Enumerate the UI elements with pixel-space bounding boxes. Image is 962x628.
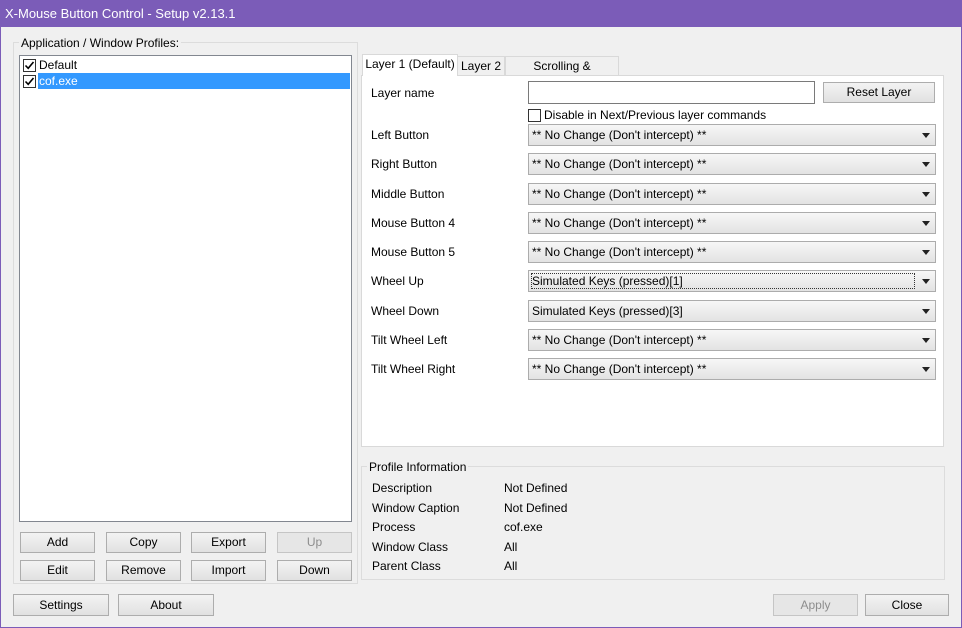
add-button[interactable]: Add [20, 532, 95, 553]
description-value: Not Defined [504, 481, 568, 495]
profile-label-selected: cof.exe [38, 73, 350, 89]
process-value: cof.exe [504, 520, 543, 534]
right-button-label: Right Button [371, 157, 438, 171]
import-button[interactable]: Import [191, 560, 266, 581]
profile-label: Default [39, 58, 78, 72]
wheel-up-label: Wheel Up [371, 274, 424, 288]
tab-scrolling-navigation[interactable]: Scrolling & Navigation [505, 56, 619, 92]
profiles-group-title: Application / Window Profiles: [19, 36, 182, 50]
window-caption-label: Window Caption [372, 501, 460, 515]
down-button[interactable]: Down [277, 560, 352, 581]
mouse-button-5-value: ** No Change (Don't intercept) ** [532, 245, 707, 259]
mouse-button-4-select[interactable]: ** No Change (Don't intercept) ** [528, 212, 936, 234]
window-class-value: All [504, 540, 518, 554]
wheel-down-value: Simulated Keys (pressed)[3] [532, 304, 683, 318]
wheel-up-select[interactable]: Simulated Keys (pressed)[1] [528, 270, 936, 292]
settings-button[interactable]: Settings [13, 594, 109, 616]
profile-checkbox-default[interactable] [23, 58, 36, 72]
export-button[interactable]: Export [191, 532, 266, 553]
about-button[interactable]: About [118, 594, 214, 616]
profile-item-cof[interactable]: cof.exe [21, 73, 350, 89]
dropdown-arrow-icon [922, 192, 930, 197]
close-button[interactable]: Close [865, 594, 949, 616]
tilt-wheel-left-label: Tilt Wheel Left [371, 333, 448, 347]
right-button-select[interactable]: ** No Change (Don't intercept) ** [528, 153, 936, 175]
mouse-button-4-label: Mouse Button 4 [371, 216, 456, 230]
focus-indicator [531, 273, 915, 289]
dropdown-arrow-icon [922, 133, 930, 138]
dropdown-arrow-icon [922, 250, 930, 255]
middle-button-label: Middle Button [371, 187, 445, 201]
dropdown-arrow-icon [922, 221, 930, 226]
tilt-wheel-left-value: ** No Change (Don't intercept) ** [532, 333, 707, 347]
disable-layer-option[interactable]: Disable in Next/Previous layer commands [528, 108, 766, 122]
dropdown-arrow-icon [922, 309, 930, 314]
dropdown-arrow-icon [922, 367, 930, 372]
profile-checkbox-cof[interactable] [23, 74, 36, 88]
disable-layer-checkbox[interactable] [528, 108, 541, 122]
tab-layer-2[interactable]: Layer 2 [457, 56, 505, 76]
window-title: X-Mouse Button Control - Setup v2.13.1 [0, 0, 962, 27]
dropdown-arrow-icon [922, 279, 930, 284]
profile-info-group [361, 466, 945, 580]
layer-name-input[interactable] [528, 81, 815, 104]
right-button-value: ** No Change (Don't intercept) ** [532, 157, 707, 171]
layer-name-label: Layer name [371, 86, 435, 100]
mouse-button-5-select[interactable]: ** No Change (Don't intercept) ** [528, 241, 936, 263]
left-button-label: Left Button [371, 128, 430, 142]
apply-button[interactable]: Apply [773, 594, 858, 616]
tilt-wheel-right-select[interactable]: ** No Change (Don't intercept) ** [528, 358, 936, 380]
mouse-button-4-value: ** No Change (Don't intercept) ** [532, 216, 707, 230]
profiles-list[interactable]: Default cof.exe [19, 55, 352, 522]
profile-info-title: Profile Information [367, 460, 469, 474]
up-button[interactable]: Up [277, 532, 352, 553]
dropdown-arrow-icon [922, 338, 930, 343]
profile-item-default[interactable]: Default [21, 57, 350, 73]
wheel-down-label: Wheel Down [371, 304, 440, 318]
checkmark-icon [24, 76, 35, 85]
dropdown-arrow-icon [922, 162, 930, 167]
parent-class-label: Parent Class [372, 559, 441, 573]
tilt-wheel-left-select[interactable]: ** No Change (Don't intercept) ** [528, 329, 936, 351]
wheel-down-select[interactable]: Simulated Keys (pressed)[3] [528, 300, 936, 322]
middle-button-value: ** No Change (Don't intercept) ** [532, 187, 707, 201]
tab-layer-1[interactable]: Layer 1 (Default) [362, 54, 458, 76]
process-label: Process [372, 520, 416, 534]
edit-button[interactable]: Edit [20, 560, 95, 581]
disable-layer-label: Disable in Next/Previous layer commands [544, 108, 767, 122]
checkmark-icon [24, 60, 35, 69]
left-button-value: ** No Change (Don't intercept) ** [532, 128, 707, 142]
description-label: Description [372, 481, 433, 495]
window-caption-value: Not Defined [504, 501, 568, 515]
tilt-wheel-right-label: Tilt Wheel Right [371, 362, 456, 376]
reset-layer-button[interactable]: Reset Layer [823, 82, 935, 103]
mouse-button-5-label: Mouse Button 5 [371, 245, 456, 259]
parent-class-value: All [504, 559, 518, 573]
tilt-wheel-right-value: ** No Change (Don't intercept) ** [532, 362, 707, 376]
copy-button[interactable]: Copy [106, 532, 181, 553]
remove-button[interactable]: Remove [106, 560, 181, 581]
window-class-label: Window Class [372, 540, 449, 554]
middle-button-select[interactable]: ** No Change (Don't intercept) ** [528, 183, 936, 205]
left-button-select[interactable]: ** No Change (Don't intercept) ** [528, 124, 936, 146]
